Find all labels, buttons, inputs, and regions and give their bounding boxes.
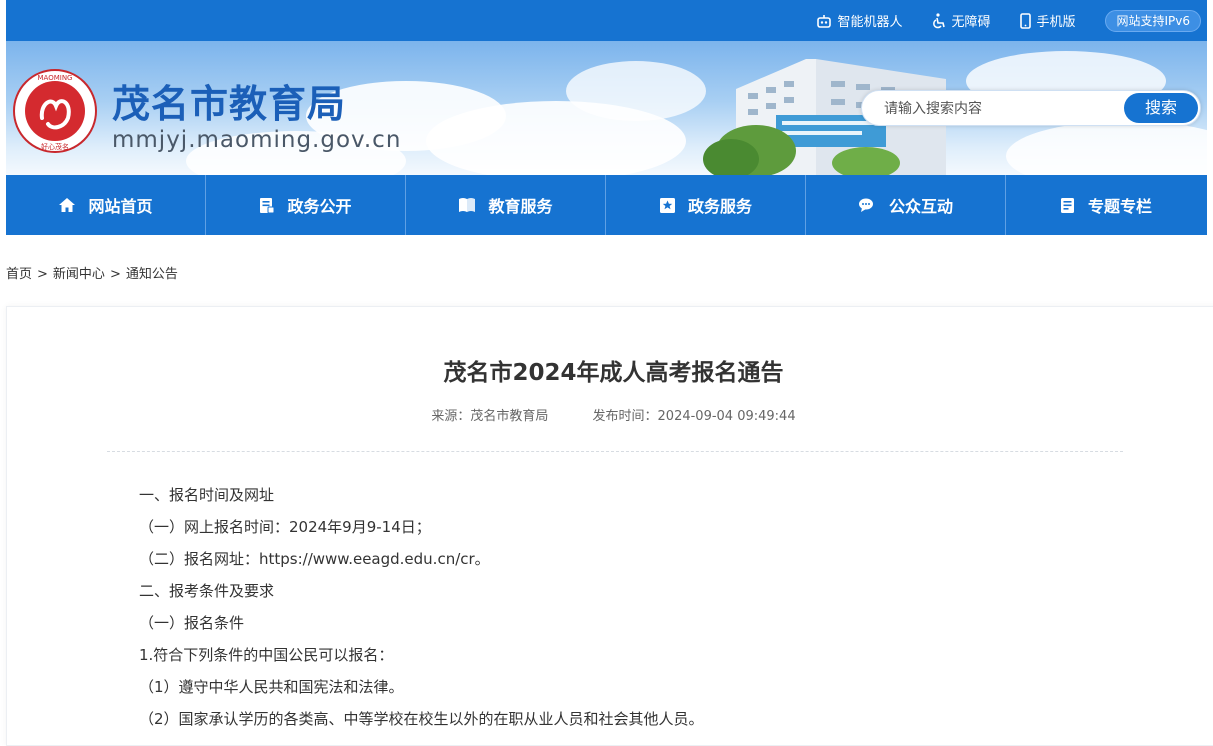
article-paragraph: （二）报名网址：https://www.eeagd.edu.cn/cr。 (139, 550, 490, 568)
site-logo: MAOMING 好心茂名 (13, 69, 97, 153)
nav-label: 教育服务 (488, 197, 553, 216)
meta-divider (107, 451, 1123, 452)
accessibility-link[interactable]: 无障碍 (932, 11, 990, 30)
breadcrumb-news-center[interactable]: 新闻中心 (53, 267, 105, 282)
home-icon (59, 198, 76, 212)
main-nav: 网站首页 政务公开 教育服务 政务服务 公众互动 专题专栏 (6, 175, 1207, 235)
breadcrumb-separator: > (109, 267, 121, 282)
list-icon (1060, 197, 1074, 213)
nav-label: 政务公开 (287, 197, 352, 216)
mobile-version-label: 手机版 (1036, 15, 1076, 30)
nav-item-gov-service[interactable]: 政务服务 (606, 175, 806, 235)
nav-item-public-interaction[interactable]: 公众互动 (806, 175, 1006, 235)
book-icon (459, 198, 476, 212)
ipv6-badge: 网站支持IPv6 (1105, 9, 1201, 32)
article-paragraph: 一、报名时间及网址 (139, 486, 275, 504)
top-utility-bar: 智能机器人 无障碍 手机版 网站支持IPv6 (6, 0, 1207, 41)
search-input[interactable] (884, 98, 1114, 120)
article-paragraph: 1.符合下列条件的中国公民可以报名： (139, 646, 394, 664)
article-paragraph: （2）国家承认学历的各类高、中等学校在校生以外的在职从业人员和社会其他人员。 (139, 710, 704, 728)
smart-robot-label: 智能机器人 (837, 15, 903, 30)
article-paragraph: （一）网上报名时间：2024年9月9-14日； (139, 518, 431, 536)
phone-icon (1020, 12, 1032, 29)
breadcrumb-home[interactable]: 首页 (6, 267, 32, 282)
article-date: 发布时间：2024-09-04 09:49:44 (592, 409, 796, 424)
article-meta: 来源：茂名市教育局 发布时间：2024-09-04 09:49:44 (7, 405, 1213, 424)
breadcrumb: 首页 > 新闻中心 > 通知公告 (6, 263, 178, 282)
robot-icon (817, 14, 832, 28)
article-body: 一、报名时间及网址 （一）网上报名时间：2024年9月9-14日； （二）报名网… (139, 479, 704, 735)
site-title: 茂名市教育局 (112, 82, 347, 126)
nav-item-special-topics[interactable]: 专题专栏 (1006, 175, 1206, 235)
nav-item-home[interactable]: 网站首页 (6, 175, 206, 235)
wheelchair-icon (933, 12, 946, 28)
document-icon (260, 197, 275, 213)
logo-subtitle: 好心茂名 (41, 142, 69, 151)
nav-label: 政务服务 (687, 197, 752, 216)
breadcrumb-separator: > (37, 267, 48, 282)
nav-label: 网站首页 (88, 197, 153, 216)
nav-item-education-service[interactable]: 教育服务 (406, 175, 606, 235)
chat-icon (858, 198, 873, 212)
search-box: 搜索 (861, 90, 1201, 126)
article-card: 茂名市2024年成人高考报名通告 来源：茂名市教育局 发布时间：2024-09-… (6, 306, 1213, 746)
breadcrumb-notices[interactable]: 通知公告 (126, 267, 178, 282)
top-links: 智能机器人 无障碍 手机版 网站支持IPv6 (786, 0, 1201, 41)
article-title: 茂名市2024年成人高考报名通告 (443, 360, 784, 386)
accessibility-label: 无障碍 (951, 15, 991, 30)
banner-cloud (566, 61, 706, 121)
nav-item-gov-affairs[interactable]: 政务公开 (206, 175, 406, 235)
smart-robot-link[interactable]: 智能机器人 (816, 11, 902, 30)
logo-ring-text: MAOMING (38, 74, 73, 82)
site-domain: mmjyj.maoming.gov.cn (112, 127, 402, 153)
article-paragraph: 二、报考条件及要求 (139, 582, 275, 600)
banner-cloud (1006, 121, 1207, 175)
nav-label: 公众互动 (888, 197, 953, 216)
nav-label: 专题专栏 (1087, 197, 1152, 216)
star-icon (659, 197, 675, 213)
search-button[interactable]: 搜索 (1124, 93, 1198, 123)
article-source: 来源：茂名市教育局 (431, 409, 549, 424)
header-banner: MAOMING 好心茂名 茂名市教育局 mmjyj.maoming.gov.cn… (6, 41, 1207, 175)
article-paragraph: （1）遵守中华人民共和国宪法和法律。 (139, 678, 404, 696)
mobile-version-link[interactable]: 手机版 (1020, 11, 1075, 30)
article-paragraph: （一）报名条件 (139, 614, 245, 632)
